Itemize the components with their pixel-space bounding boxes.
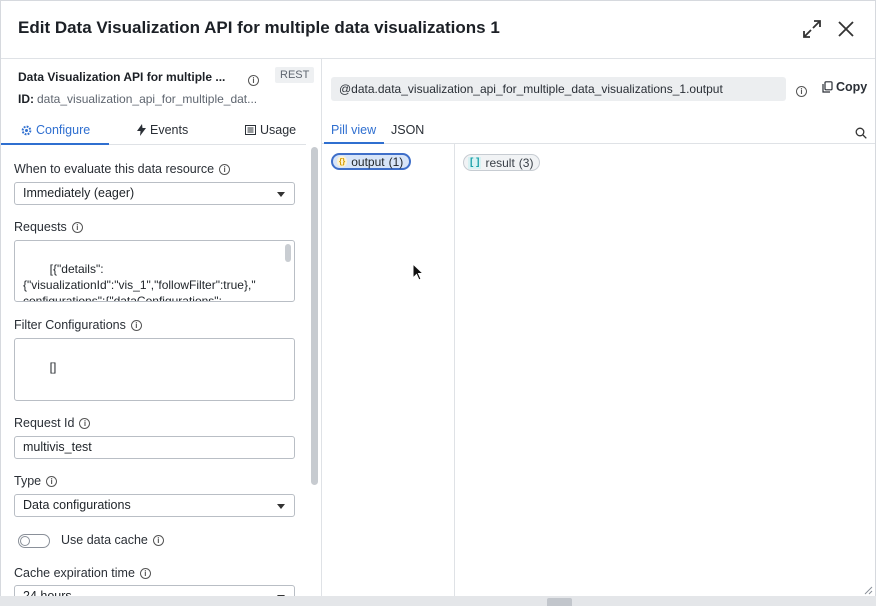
requests-label-text: Requests <box>14 220 67 234</box>
close-icon <box>838 21 854 37</box>
edit-data-resource-modal: Edit Data Visualization API for multiple… <box>0 0 876 606</box>
config-panel: Data Visualization API for multiple ... … <box>1 59 322 597</box>
search-icon[interactable] <box>855 127 867 139</box>
list-icon <box>245 125 256 135</box>
info-icon[interactable]: i <box>71 221 83 233</box>
column-divider <box>454 144 455 597</box>
modal-header: Edit Data Visualization API for multiple… <box>1 1 875 59</box>
textarea-scrollbar[interactable] <box>285 244 291 262</box>
panel-scrollbar[interactable] <box>311 147 318 485</box>
tab-configure[interactable]: Configure <box>21 123 90 137</box>
filter-textarea[interactable]: [] <box>14 338 295 401</box>
filter-textarea-value: [] <box>49 360 57 374</box>
resource-id: data_visualization_api_for_multiple_dat.… <box>37 92 258 106</box>
type-label-text: Type <box>14 474 42 488</box>
copy-button-label: Copy <box>836 80 868 94</box>
resource-name: Data Visualization API for multiple ... <box>18 70 226 84</box>
request-id-input[interactable]: multivis_test <box>14 436 295 459</box>
requests-textarea-value: [{"details": {"visualizationId":"vis_1",… <box>23 262 256 302</box>
output-path-value: @data.data_visualization_api_for_multipl… <box>339 82 723 96</box>
requests-label: Requests i <box>14 220 83 234</box>
pill-result[interactable]: [ ] result (3) <box>463 154 541 171</box>
request-id-label: Request Id i <box>14 416 91 430</box>
evaluate-select-value: Immediately (eager) <box>23 186 135 200</box>
info-icon[interactable]: i <box>130 319 142 331</box>
bottom-drag-handle[interactable] <box>547 598 572 606</box>
lightning-icon <box>137 124 146 136</box>
array-icon: [ ] <box>468 156 482 169</box>
output-path-field[interactable]: @data.data_visualization_api_for_multipl… <box>331 77 786 101</box>
request-id-label-text: Request Id <box>14 416 75 430</box>
rest-badge: REST <box>275 67 315 83</box>
object-icon: {} <box>337 156 348 167</box>
type-label: Type i <box>14 474 58 488</box>
info-icon[interactable]: i <box>46 475 58 487</box>
tab-usage[interactable]: Usage <box>245 123 296 137</box>
type-select-value: Data configurations <box>23 498 131 512</box>
caret-down-icon <box>277 192 285 197</box>
expand-button[interactable] <box>800 17 824 41</box>
resize-grip-icon[interactable] <box>863 585 873 595</box>
tab-usage-label: Usage <box>260 123 297 137</box>
config-form: When to evaluate this data resource i Im… <box>1 145 306 597</box>
copy-icon <box>822 81 833 93</box>
info-icon[interactable]: i <box>79 417 91 429</box>
bottom-scroll-area <box>0 596 876 606</box>
request-id-value: multivis_test <box>23 440 92 454</box>
use-data-cache-toggle[interactable] <box>18 534 50 548</box>
active-view-indicator <box>324 142 384 144</box>
pill-result-count: (3) <box>518 155 534 170</box>
type-select[interactable]: Data configurations <box>14 494 295 517</box>
pill-output-label: output <box>351 154 385 169</box>
tab-events[interactable]: Events <box>137 123 188 137</box>
use-data-cache-label-text: Use data cache <box>61 533 148 547</box>
filter-label: Filter Configurations i <box>14 318 142 332</box>
requests-textarea[interactable]: [{"details": {"visualizationId":"vis_1",… <box>14 240 295 302</box>
pill-result-label: result <box>485 155 515 170</box>
info-icon[interactable]: i <box>248 71 259 86</box>
pill-output-count: (1) <box>388 154 404 169</box>
view-tabs: Pill view JSON <box>322 119 875 144</box>
pill-output[interactable]: {} output (1) <box>331 153 412 170</box>
info-icon[interactable]: i <box>152 534 164 546</box>
tab-pill-view[interactable]: Pill view <box>331 123 376 137</box>
evaluate-label: When to evaluate this data resource i <box>14 162 231 176</box>
tab-events-label: Events <box>150 123 189 137</box>
copy-button[interactable]: Copy <box>822 80 867 94</box>
tab-json[interactable]: JSON <box>391 123 424 137</box>
info-icon[interactable]: i <box>796 82 807 97</box>
toggle-knob <box>20 536 30 546</box>
close-button[interactable] <box>834 17 858 41</box>
tab-configure-label: Configure <box>36 123 91 137</box>
config-tabs: Configure Events Usage <box>1 119 306 145</box>
info-icon[interactable]: i <box>139 567 151 579</box>
output-panel: @data.data_visualization_api_for_multipl… <box>322 59 875 597</box>
cache-expiration-label-text: Cache expiration time <box>14 566 135 580</box>
modal-title: Edit Data Visualization API for multiple… <box>18 18 500 37</box>
mouse-cursor-icon <box>412 263 424 281</box>
evaluate-select[interactable]: Immediately (eager) <box>14 182 295 205</box>
gear-icon <box>21 125 32 135</box>
cache-expiration-label: Cache expiration time i <box>14 566 151 580</box>
evaluate-label-text: When to evaluate this data resource <box>14 162 215 176</box>
expand-icon <box>803 20 821 38</box>
use-data-cache-label: Use data cache i <box>61 533 164 547</box>
resource-id-label: ID: <box>18 92 34 106</box>
filter-label-text: Filter Configurations <box>14 318 126 332</box>
caret-down-icon <box>277 504 285 509</box>
info-icon[interactable]: i <box>219 163 231 175</box>
